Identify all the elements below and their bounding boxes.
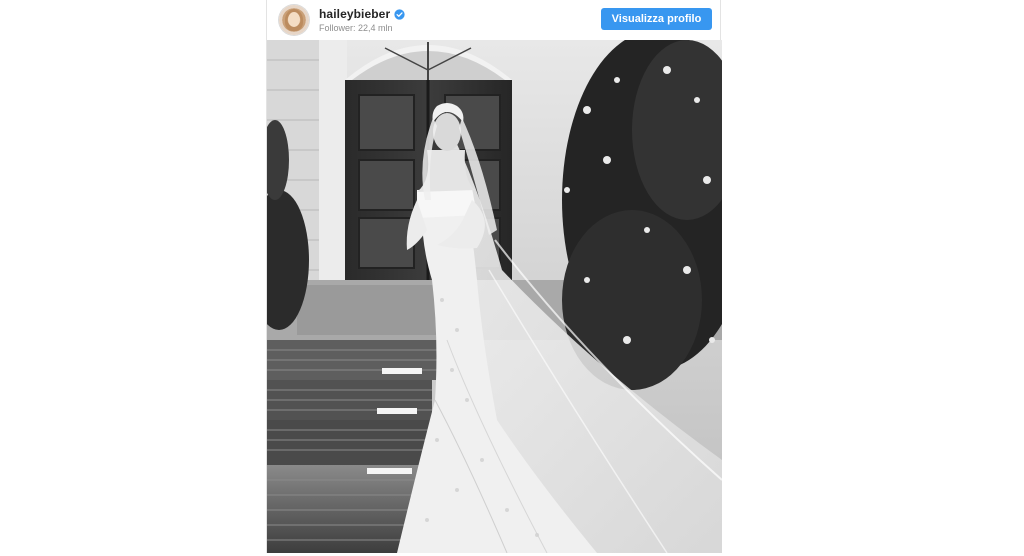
post-photo[interactable] [267, 40, 722, 553]
view-profile-button[interactable]: Visualizza profilo [601, 8, 712, 30]
avatar[interactable] [279, 5, 309, 35]
flowering-bush [562, 40, 722, 390]
username-row: haileybieber [319, 6, 405, 22]
embed-header: haileybieber Follower: 22,4 mln Visualiz… [267, 0, 720, 40]
username-link[interactable]: haileybieber [319, 7, 390, 21]
user-block: haileybieber Follower: 22,4 mln [319, 6, 405, 33]
follower-count: Follower: 22,4 mln [319, 23, 393, 33]
avatar-face [288, 12, 300, 27]
bride-head [433, 113, 461, 151]
verified-badge-icon [394, 8, 405, 20]
instagram-embed-card: haileybieber Follower: 22,4 mln Visualiz… [266, 0, 722, 553]
